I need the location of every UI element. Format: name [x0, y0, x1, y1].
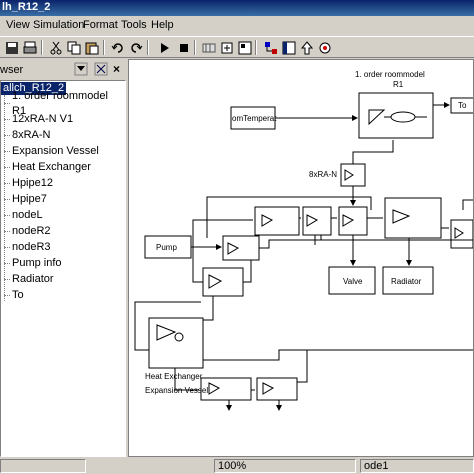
radiator-label: Radiator: [391, 277, 422, 286]
build-icon[interactable]: [200, 39, 217, 56]
toolbar-separator: [41, 40, 43, 55]
toolbar: [0, 36, 474, 58]
model-browser-icon[interactable]: [280, 39, 297, 56]
valve-label: Valve: [343, 277, 363, 286]
tree-item[interactable]: Heat Exchanger: [4, 160, 91, 175]
menu-simulation[interactable]: Simulation: [33, 19, 84, 31]
tree-item[interactable]: 8xRA-N: [4, 128, 51, 143]
model-canvas[interactable]: 1. order roommodel R1 To omTemperat 8xRA…: [128, 59, 474, 457]
status-solver-panel: ode1: [360, 459, 474, 473]
library-icon[interactable]: [236, 39, 253, 56]
filter-icon[interactable]: [74, 62, 88, 76]
node-wire: [462, 199, 473, 210]
menu-format[interactable]: Format: [83, 19, 118, 31]
browser-title: wser: [0, 64, 24, 76]
to-label: To: [458, 101, 467, 110]
pump-label: Pump: [156, 243, 177, 252]
update-icon[interactable]: [218, 39, 235, 56]
toolbar-separator: [194, 40, 196, 55]
tree-item[interactable]: To: [4, 288, 24, 303]
roommodel-title: 1. order roommodel: [355, 70, 425, 79]
print-icon[interactable]: [21, 39, 38, 56]
copy-icon[interactable]: [65, 39, 82, 56]
play-icon[interactable]: [155, 39, 172, 56]
tree-item[interactable]: Expansion Vessel: [4, 144, 99, 159]
title-bar: lh_R12_2: [0, 0, 474, 16]
menu-help[interactable]: Help: [151, 19, 174, 31]
block-diagram: 1. order roommodel R1 To omTemperat 8xRA…: [134, 70, 473, 411]
show-library-icon[interactable]: [94, 62, 108, 76]
tree-item[interactable]: Pump info: [4, 256, 62, 271]
heat-exchanger-sum: [174, 332, 184, 342]
paste-icon[interactable]: [83, 39, 100, 56]
up-icon[interactable]: [298, 39, 315, 56]
node-wire: [259, 239, 473, 249]
ra-wire: [352, 140, 394, 164]
tree-item[interactable]: Hpipe12: [4, 176, 53, 191]
menu-view[interactable]: View: [6, 19, 30, 31]
redo-icon[interactable]: [127, 39, 144, 56]
status-ready-panel: [0, 459, 86, 473]
tree-item[interactable]: nodeL: [4, 208, 43, 223]
hx-wire: [203, 349, 473, 361]
roommodel-sum: [390, 111, 416, 123]
roommodel-sub: R1: [393, 80, 404, 89]
close-icon[interactable]: ×: [113, 62, 120, 76]
tree-item[interactable]: Radiator: [4, 272, 54, 287]
hx-wire: [203, 296, 214, 321]
debug-icon[interactable]: [316, 39, 333, 56]
browser-icon[interactable]: [262, 39, 279, 56]
tree-item[interactable]: nodeR2: [4, 224, 51, 239]
heat-exchanger-label: Heat Exchanger: [145, 372, 203, 381]
save-icon[interactable]: [3, 39, 20, 56]
browser-header: wser ×: [0, 59, 126, 79]
menu-bar: View Simulation Format Tools Help: [0, 17, 474, 35]
zoom-level: 100%: [218, 460, 247, 472]
tree-item[interactable]: nodeR3: [4, 240, 51, 255]
window-title: lh_R12_2: [2, 1, 51, 13]
toolbar-separator: [147, 40, 149, 55]
room-temp-label: omTemperat: [232, 114, 277, 123]
node-wire: [243, 260, 252, 283]
tree-item[interactable]: 1. order roommodel R1: [4, 90, 125, 117]
status-bar: 100% ode1: [0, 457, 474, 474]
menu-tools[interactable]: Tools: [121, 19, 147, 31]
stop-icon[interactable]: [175, 39, 192, 56]
tree-item[interactable]: Hpipe7: [4, 192, 47, 207]
undo-icon[interactable]: [109, 39, 126, 56]
cut-icon[interactable]: [47, 39, 64, 56]
model-browser-pane: wser × allch_R12_2 1. order roommodel R1…: [0, 59, 126, 457]
node-wire: [297, 350, 308, 383]
solver-name: ode1: [364, 460, 389, 472]
toolbar-separator: [103, 40, 105, 55]
status-zoom-panel: 100%: [214, 459, 356, 473]
tree-item[interactable]: 12xRA-N V1: [4, 112, 73, 127]
ra-label: 8xRA-N: [309, 170, 337, 179]
model-tree: allch_R12_2 1. order roommodel R1 12xRA-…: [0, 80, 126, 457]
toolbar-separator: [255, 40, 257, 55]
